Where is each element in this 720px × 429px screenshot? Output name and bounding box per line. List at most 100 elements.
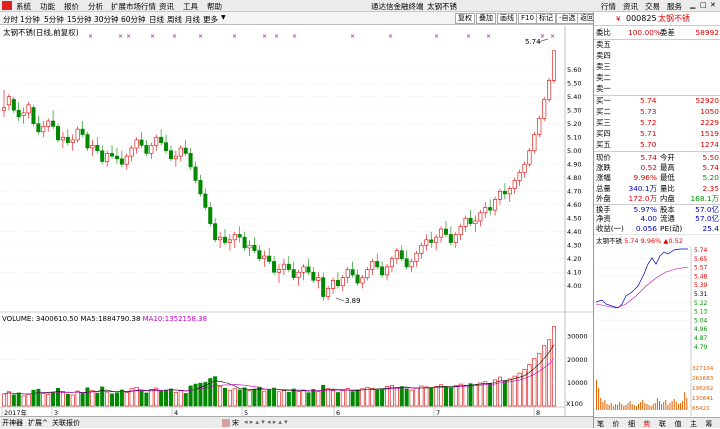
volume-bar: [448, 387, 453, 407]
event-marker[interactable]: ×: [466, 33, 471, 40]
volume-bar: [404, 388, 409, 407]
mark-button[interactable]: 标记: [536, 13, 556, 24]
candle: [31, 104, 36, 127]
price-tick-label: 5.60: [567, 66, 581, 74]
close-icon[interactable]: ✕: [710, 1, 716, 9]
menu-item-quote[interactable]: 报价: [64, 1, 79, 12]
candle: [85, 131, 90, 151]
menu-item-system[interactable]: 系统: [16, 1, 31, 12]
mini-volume-bar: [633, 405, 635, 410]
event-marker[interactable]: ×: [232, 33, 237, 40]
volume-bar: [517, 372, 522, 407]
event-marker[interactable]: ×: [262, 33, 267, 40]
event-marker[interactable]: ×: [88, 33, 93, 40]
menu-item-help[interactable]: 帮助: [207, 1, 222, 12]
intraday-mini-chart[interactable]: 太钢不锈 5.74 9.96% ▲0.52 5.74 5.65 5.575.48 5.…: [594, 234, 720, 416]
bottom-extend[interactable]: 扩展^: [28, 418, 48, 428]
bottom-tool-1[interactable]: 开神器: [2, 418, 23, 428]
period-daily[interactable]: 日线: [149, 14, 164, 25]
event-marker[interactable]: ×: [126, 33, 131, 40]
period-5min[interactable]: 5分钟: [44, 14, 64, 25]
stat-value: 172.0万: [628, 193, 657, 203]
stat-value: 5.74: [640, 153, 657, 162]
maximize-icon[interactable]: □: [700, 1, 707, 9]
event-marker[interactable]: ×: [486, 33, 491, 40]
menu-item-ext-market[interactable]: 扩展市场行情: [111, 1, 156, 12]
period-weekly[interactable]: 周线: [167, 14, 182, 25]
volume-bar: [414, 387, 419, 407]
bottom-font-label[interactable]: 宋: [232, 418, 239, 428]
period-monthly[interactable]: 月线: [185, 14, 200, 25]
stat-value: 5.50: [702, 153, 719, 162]
event-marker[interactable]: ×: [274, 33, 279, 40]
stat-value: 0.52: [640, 163, 657, 173]
event-marker[interactable]: ×: [198, 33, 203, 40]
event-marker[interactable]: ×: [550, 33, 555, 40]
chart-title: 太钢不锈(日线,前复权): [3, 27, 79, 37]
candle: [537, 115, 542, 138]
event-marker[interactable]: ×: [434, 33, 439, 40]
stock-flag-icon: ¥: [616, 15, 621, 23]
volume-bar: [119, 389, 124, 407]
volume-bar: [502, 380, 507, 407]
price-tick-label: 4.80: [567, 174, 581, 182]
price-tick-label: 4.90: [567, 161, 581, 169]
ma10-value: 1352158.38: [165, 315, 207, 323]
stat-row: 外盘 172.0万 内盘 168.1万: [594, 194, 720, 204]
event-marker[interactable]: ×: [388, 33, 393, 40]
mini-volume-bar: [621, 404, 623, 410]
top-tab-market[interactable]: 行情: [601, 1, 616, 12]
volume-bar: [345, 388, 350, 407]
volume-bar: [532, 358, 537, 407]
mini-volume-bar: [619, 402, 621, 410]
bottom-flag-icon[interactable]: [222, 419, 230, 427]
period-60min[interactable]: 60分钟: [121, 14, 146, 25]
menu-item-analysis[interactable]: 分析: [88, 1, 103, 12]
more-dropdown-icon[interactable]: ▼: [221, 14, 226, 21]
menu-item-tools[interactable]: 工具: [183, 1, 198, 12]
top-tab-service[interactable]: 服务: [667, 1, 682, 12]
period-1min[interactable]: 1分钟: [20, 14, 40, 25]
f10-button[interactable]: F10: [518, 13, 537, 24]
period-more[interactable]: 更多: [203, 14, 218, 25]
event-marker[interactable]: ×: [292, 33, 297, 40]
stat-label: 总量: [596, 183, 611, 193]
top-tab-trade[interactable]: 交易: [645, 1, 660, 12]
add-watchlist-button[interactable]: -自选: [556, 13, 579, 24]
volume-bar: [65, 393, 70, 407]
event-marker[interactable]: ×: [540, 33, 545, 40]
stat-label: 净资: [596, 214, 611, 224]
top-tab-news[interactable]: 资讯: [623, 1, 638, 12]
event-marker[interactable]: ×: [150, 33, 155, 40]
stock-header: ¥ 000825 太钢不锈: [594, 14, 720, 26]
stat-label: 量比: [660, 183, 675, 193]
price-tick-label: 4.30: [567, 242, 581, 250]
stat-label: 最高: [660, 163, 675, 173]
event-marker[interactable]: ×: [350, 33, 355, 40]
kline-chart[interactable]: 太钢不锈(日线,前复权) × × × × × × × × × × × × × × × × × 5.605.505…: [0, 26, 593, 416]
date-tick-label: 3: [54, 409, 58, 416]
sell-2-label: 卖二: [596, 73, 611, 82]
volume-bar: [483, 381, 488, 407]
minimize-icon[interactable]: ▁: [690, 1, 695, 9]
mini-price-tick: 4.87: [694, 335, 708, 342]
menu-item-function[interactable]: 功能: [40, 1, 55, 12]
overlay-button[interactable]: 叠加: [476, 13, 496, 24]
volume-bar: [60, 391, 65, 407]
period-15min[interactable]: 15分钟: [67, 14, 92, 25]
volume-bar: [375, 389, 380, 407]
volume-bar: [360, 388, 365, 407]
volume-bar: [26, 394, 31, 407]
period-intraday[interactable]: 分时: [3, 14, 18, 25]
volume-bar: [110, 393, 115, 407]
adjust-button[interactable]: 复权: [455, 13, 475, 24]
event-marker[interactable]: ×: [118, 33, 123, 40]
event-marker[interactable]: ×: [172, 33, 177, 40]
draw-button[interactable]: 画线: [497, 13, 517, 24]
bottom-scroll-icons[interactable]: ◂ ▸ ▴ ▾ ◂ ▸ ▴ ▾: [244, 418, 288, 426]
bottom-related-quote[interactable]: 关联报价: [52, 418, 80, 428]
mini-volume-bar: [669, 403, 671, 410]
menu-item-news[interactable]: 资讯: [159, 1, 174, 12]
period-30min[interactable]: 30分钟: [94, 14, 119, 25]
mini-volume-bar: [638, 404, 639, 410]
